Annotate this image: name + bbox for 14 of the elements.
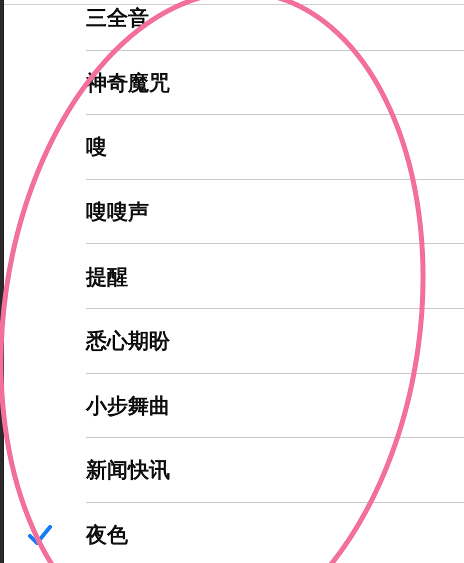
ringtone-name: 嗖嗖声	[86, 199, 149, 226]
ringtone-name: 夜色	[86, 522, 128, 550]
ringtone-row[interactable]: 嗖嗖声	[4, 180, 464, 244]
ringtone-row[interactable]: 提醒	[4, 244, 464, 309]
ringtone-name: 悉心期盼	[86, 328, 170, 356]
checkmark-icon	[28, 524, 52, 546]
ringtone-row[interactable]: 小步舞曲	[4, 374, 464, 438]
ringtone-name: 提醒	[86, 264, 128, 291]
ringtone-row[interactable]: 嗖	[4, 115, 464, 180]
ringtone-name: 嗖	[86, 134, 107, 162]
ringtone-row[interactable]: 新闻快讯	[4, 438, 464, 503]
ringtone-row[interactable]: 悉心期盼	[4, 308, 464, 374]
ringtone-name: 新闻快讯	[86, 457, 170, 484]
ringtone-name: 小步舞曲	[86, 392, 170, 420]
